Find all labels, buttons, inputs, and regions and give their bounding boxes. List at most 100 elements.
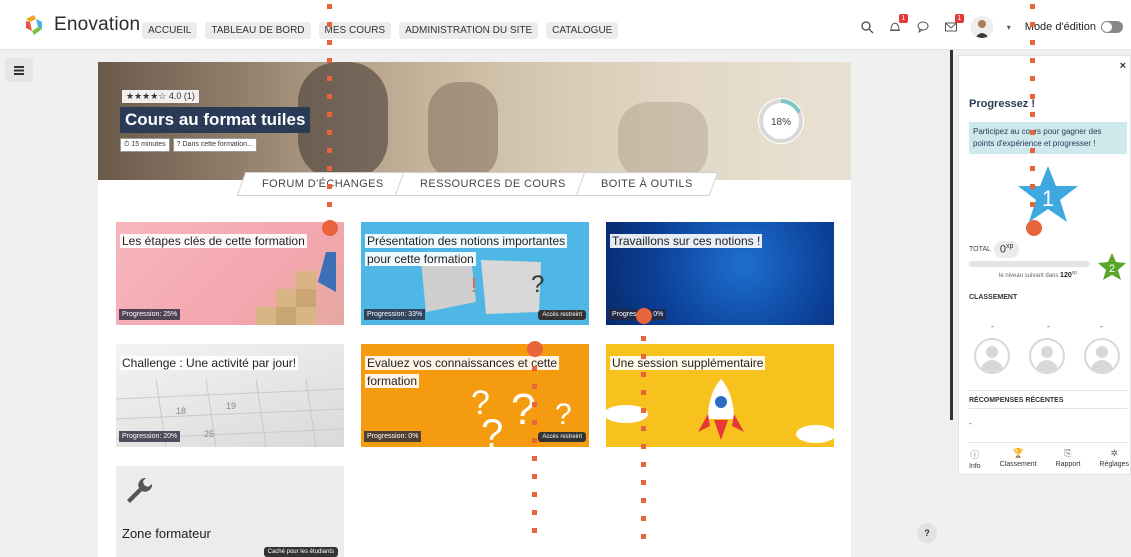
annotation-marker — [322, 220, 338, 236]
course-tabs: FORUM D'ÉCHANGES RESSOURCES DE COURS BOI… — [236, 172, 719, 196]
annotation-marker — [636, 308, 652, 324]
top-navbar: Enovation ACCUEIL TABLEAU DE BORD MES CO… — [0, 0, 1131, 50]
bell-icon[interactable]: 1 — [887, 14, 908, 35]
toggle-switch-icon[interactable] — [1101, 21, 1123, 33]
nav-tableau-de-bord[interactable]: TABLEAU DE BORD — [205, 22, 311, 39]
level-number: 1 — [1042, 186, 1054, 211]
tab-ressources[interactable]: RESSOURCES DE COURS — [394, 172, 591, 196]
footer-label: Classement — [999, 461, 1037, 468]
notification-badge: 1 — [898, 14, 908, 23]
panel-info: Participez au cours pour gagner des poin… — [969, 122, 1127, 154]
nav-accueil[interactable]: ACCUEIL — [142, 22, 198, 39]
tile-title: Evaluez vos connaissances et cette forma… — [365, 356, 560, 388]
annotation-dotted-line — [1030, 4, 1036, 220]
tab-boite-outils[interactable]: BOITE À OUTILS — [575, 172, 719, 196]
annotation-dotted-line — [327, 4, 333, 220]
annotation-dotted-line — [532, 366, 538, 546]
tile-progress: Progression: 33% — [364, 309, 426, 320]
ranking-avatar — [1084, 338, 1120, 374]
course-rating[interactable]: ★★★★☆ 4.0 (1) — [122, 90, 199, 103]
rewards-value: - — [969, 419, 972, 428]
wrench-icon — [127, 477, 153, 503]
section-tile[interactable]: ? ? ? ? Evaluez vos connaissances et cet… — [361, 344, 589, 447]
course-meta: ⏱ 15 minutes ? Dans cette formation... — [120, 138, 257, 152]
footer-label: Réglages — [1099, 461, 1129, 468]
xp-unit: xp — [1071, 270, 1078, 276]
section-tile[interactable]: 18 19 25 Challenge : Une activité par jo… — [116, 344, 344, 447]
tab-forum[interactable]: FORUM D'ÉCHANGES — [236, 172, 409, 196]
user-avatar[interactable] — [970, 16, 993, 38]
gamification-panel: × Progressez ! Participez au cours pour … — [958, 55, 1131, 475]
tile-progress: Progression: 0% — [364, 431, 422, 442]
list-icon — [14, 65, 24, 75]
footer-report[interactable]: ⎘ Rapport — [1056, 448, 1081, 470]
logo[interactable]: Enovation — [22, 13, 140, 37]
divider — [969, 408, 1127, 409]
tile-title: Présentation des notions importantes pou… — [365, 234, 568, 266]
close-icon[interactable]: × — [1120, 60, 1126, 72]
tile-title: Zone formateur — [122, 526, 211, 541]
tile-progress: Progression: 20% — [119, 431, 181, 442]
duration-badge: ⏱ 15 minutes — [120, 138, 170, 152]
svg-text:25: 25 — [204, 429, 214, 439]
message-icon[interactable]: 1 — [943, 14, 964, 35]
ranking-dash: - — [1100, 322, 1103, 331]
drawer-toggle-button[interactable] — [5, 58, 33, 82]
section-tile[interactable]: Les étapes clés de cette formation Progr… — [116, 222, 344, 325]
panel-footer: ⓘ Info 🏆 Classement ⎘ Rapport ✲ Réglages — [969, 448, 1129, 470]
svg-text:?: ? — [531, 271, 544, 298]
next-level-text: le niveau suivant dans 120xp — [999, 270, 1077, 279]
ranking-dash: - — [991, 322, 994, 331]
annotation-marker — [527, 341, 543, 357]
course-content: ★★★★☆ 4.0 (1) Cours au format tuiles ⏱ 1… — [98, 62, 851, 557]
trophy-icon: 🏆 — [1012, 448, 1024, 458]
annotation-marker — [1026, 220, 1042, 236]
help-button[interactable]: ? — [917, 523, 937, 543]
hidden-badge: Caché pour les étudiants — [263, 547, 338, 557]
tile-title: Les étapes clés de cette formation — [120, 234, 307, 248]
top-icons: 1 1 ▾ Mode d'édition — [859, 14, 1123, 38]
info-icon: ⓘ — [970, 450, 980, 460]
banner-photo — [298, 62, 388, 180]
progress-percent: 18% — [771, 117, 791, 128]
next-level-label: le niveau suivant dans — [999, 273, 1059, 279]
nav-catalogue[interactable]: CATALOGUE — [546, 22, 619, 39]
edit-mode-toggle[interactable]: Mode d'édition — [1025, 21, 1123, 33]
tile-title: Une session supplémentaire — [610, 356, 766, 370]
banner-photo — [618, 102, 708, 180]
course-tag[interactable]: ? Dans cette formation... — [172, 138, 257, 152]
wooden-blocks-image — [256, 252, 336, 325]
divider — [969, 390, 1127, 391]
restricted-badge: Accès restreint — [538, 432, 586, 442]
xp-unit: xp — [1006, 243, 1014, 250]
footer-info[interactable]: ⓘ Info — [969, 448, 981, 470]
ranking-avatar — [974, 338, 1010, 374]
logo-icon — [26, 15, 42, 35]
brand-name: Enovation — [54, 14, 141, 35]
report-icon: ⎘ — [1064, 448, 1072, 458]
svg-text:?: ? — [481, 412, 503, 447]
next-level-star-icon: 2 — [1098, 253, 1126, 280]
svg-text:!: ! — [471, 275, 477, 297]
tab-label: RESSOURCES DE COURS — [419, 178, 566, 190]
ranking-heading: CLASSEMENT — [969, 294, 1018, 301]
rewards-heading: RÉCOMPENSES RÉCENTES — [969, 397, 1064, 404]
level-star-icon: 1 — [1018, 166, 1078, 222]
tile-title: Challenge : Une activité par jour! — [120, 356, 299, 370]
course-progress-ring: 18% — [758, 98, 804, 144]
total-label: TOTAL — [969, 245, 991, 253]
banner-photo — [428, 82, 498, 180]
gear-icon: ✲ — [1110, 448, 1118, 458]
footer-ranking[interactable]: 🏆 Classement — [1000, 448, 1037, 470]
nav-administration[interactable]: ADMINISTRATION DU SITE — [399, 22, 539, 39]
annotation-dotted-line — [641, 336, 647, 552]
section-tile[interactable]: ? ! Présentation des notions importantes… — [361, 222, 589, 325]
chat-icon[interactable] — [915, 19, 931, 35]
message-badge: 1 — [954, 14, 964, 23]
restricted-badge: Accès restreint — [538, 310, 586, 320]
footer-settings[interactable]: ✲ Réglages — [1099, 448, 1129, 470]
tile-title: Travaillons sur ces notions ! — [610, 234, 763, 248]
trainer-zone-tile[interactable]: Zone formateur Caché pour les étudiants — [116, 466, 344, 557]
search-icon[interactable] — [859, 19, 875, 35]
chevron-down-icon[interactable]: ▾ — [1005, 19, 1013, 35]
